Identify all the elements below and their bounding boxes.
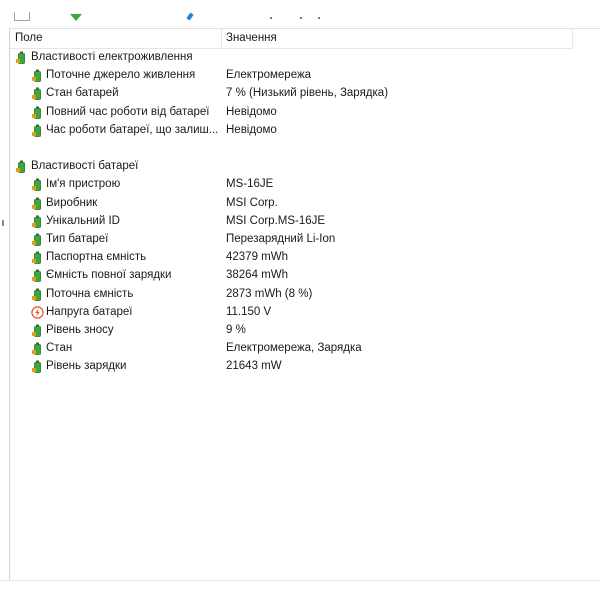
property-label: Паспортна ємність <box>46 251 147 264</box>
battery-icon <box>31 215 44 228</box>
list-item[interactable]: Стан батарей 7 % (Низький рівень, Зарядка… <box>10 85 570 103</box>
lightning-icon <box>31 306 44 319</box>
list-item[interactable]: Виробник MSI Corp. <box>10 195 570 213</box>
list-header: Поле Значення <box>10 29 573 49</box>
property-value: Електромережа, Зарядка <box>226 342 362 355</box>
group-title: Властивості електроживлення <box>31 51 193 63</box>
toolbar-dot <box>300 17 302 19</box>
battery-icon <box>31 87 44 101</box>
property-value: 42379 mWh <box>226 251 289 264</box>
toolbar-dot <box>270 17 272 19</box>
tree-marker <box>2 220 4 226</box>
group-row[interactable]: Властивості батареї <box>10 158 570 176</box>
list-item[interactable]: Повний час роботи від батареї Невідомо <box>10 104 570 122</box>
window-icon[interactable] <box>14 12 30 21</box>
pen-icon[interactable] <box>186 12 194 21</box>
property-value: 2873 mWh (8 %) <box>226 287 313 300</box>
list-item[interactable]: Напруга батареї 11.150 V <box>10 304 570 322</box>
battery-icon <box>31 233 44 246</box>
list-item[interactable]: Рівень зносу 9 % <box>10 322 570 340</box>
list-item[interactable]: Ім'я пристрою MS-16JE <box>10 176 570 194</box>
list-item[interactable]: Поточна ємність 2873 mWh (8 %) <box>10 286 570 304</box>
battery-icon <box>31 360 44 374</box>
battery-icon <box>31 106 44 119</box>
property-value: 11.150 V <box>226 305 272 318</box>
property-value: 21643 mW <box>226 360 282 373</box>
property-value: 38264 mWh <box>226 269 289 282</box>
toolbar-dot <box>318 17 320 19</box>
group-title: Властивості батареї <box>31 160 139 173</box>
battery-icon <box>31 342 44 356</box>
battery-icon <box>31 288 44 301</box>
list-item[interactable]: Рівень зарядки 21643 mW <box>10 358 570 376</box>
list-item[interactable]: Стан Електромережа, Зарядка <box>10 340 570 358</box>
properties-list[interactable]: Поле Значення Властивості електроживленн… <box>10 29 600 580</box>
group-row[interactable]: Властивості електроживлення <box>10 49 570 67</box>
battery-icon <box>31 324 44 337</box>
left-tree-pane-edge[interactable] <box>0 28 10 580</box>
property-label: Тип батареї <box>46 233 109 245</box>
battery-icon <box>31 124 44 137</box>
property-value: 7 % (Низький рівень, Зарядка) <box>226 87 389 100</box>
column-header-value[interactable]: Значення <box>226 32 277 44</box>
property-value: Перезарядний Li-Ion <box>226 233 336 245</box>
column-divider[interactable] <box>221 29 222 48</box>
column-divider[interactable] <box>572 29 573 48</box>
property-value: 9 % <box>226 324 246 336</box>
property-value: MS-16JE <box>226 178 274 191</box>
list-item[interactable]: Тип батареї Перезарядний Li-Ion <box>10 231 570 249</box>
list-item[interactable]: Унікальний ID MSI Corp.MS-16JE <box>10 213 570 231</box>
status-bar <box>0 580 600 601</box>
list-item[interactable]: Поточне джерело живлення Електромережа <box>10 67 570 85</box>
list-item[interactable]: Паспортна ємність 42379 mWh <box>10 249 570 267</box>
toolbar <box>0 0 600 29</box>
property-label: Час роботи батареї, що залиш... <box>46 123 219 136</box>
property-label: Ім'я пристрою <box>46 178 121 191</box>
property-value: Електромережа <box>226 69 312 82</box>
property-label: Повний час роботи від батареї <box>46 105 210 118</box>
property-label: Унікальний ID <box>46 214 120 227</box>
property-value: MSI Corp.MS-16JE <box>226 214 326 227</box>
battery-icon <box>31 69 44 83</box>
property-label: Поточна ємність <box>46 287 134 300</box>
battery-icon <box>15 51 28 64</box>
property-label: Напруга батареї <box>46 305 133 318</box>
property-label: Рівень зносу <box>46 324 114 336</box>
down-arrow-icon[interactable] <box>70 14 82 21</box>
battery-icon <box>31 197 44 210</box>
property-value: Невідомо <box>226 123 277 136</box>
property-value: Невідомо <box>226 105 277 118</box>
battery-icon <box>15 160 28 174</box>
battery-icon <box>31 178 44 192</box>
list-item[interactable]: Ємність повної зарядки 38264 mWh <box>10 267 570 285</box>
battery-icon <box>31 269 44 283</box>
property-label: Стан <box>46 342 73 355</box>
property-label: Рівень зарядки <box>46 360 127 373</box>
list-item[interactable]: Час роботи батареї, що залиш... Невідомо <box>10 122 570 140</box>
column-header-field[interactable]: Поле <box>15 32 43 44</box>
property-label: Виробник <box>46 196 98 209</box>
property-label: Стан батарей <box>46 87 119 100</box>
property-label: Ємність повної зарядки <box>46 269 172 282</box>
property-value: MSI Corp. <box>226 196 278 209</box>
property-label: Поточне джерело живлення <box>46 69 196 82</box>
battery-icon <box>31 251 44 265</box>
